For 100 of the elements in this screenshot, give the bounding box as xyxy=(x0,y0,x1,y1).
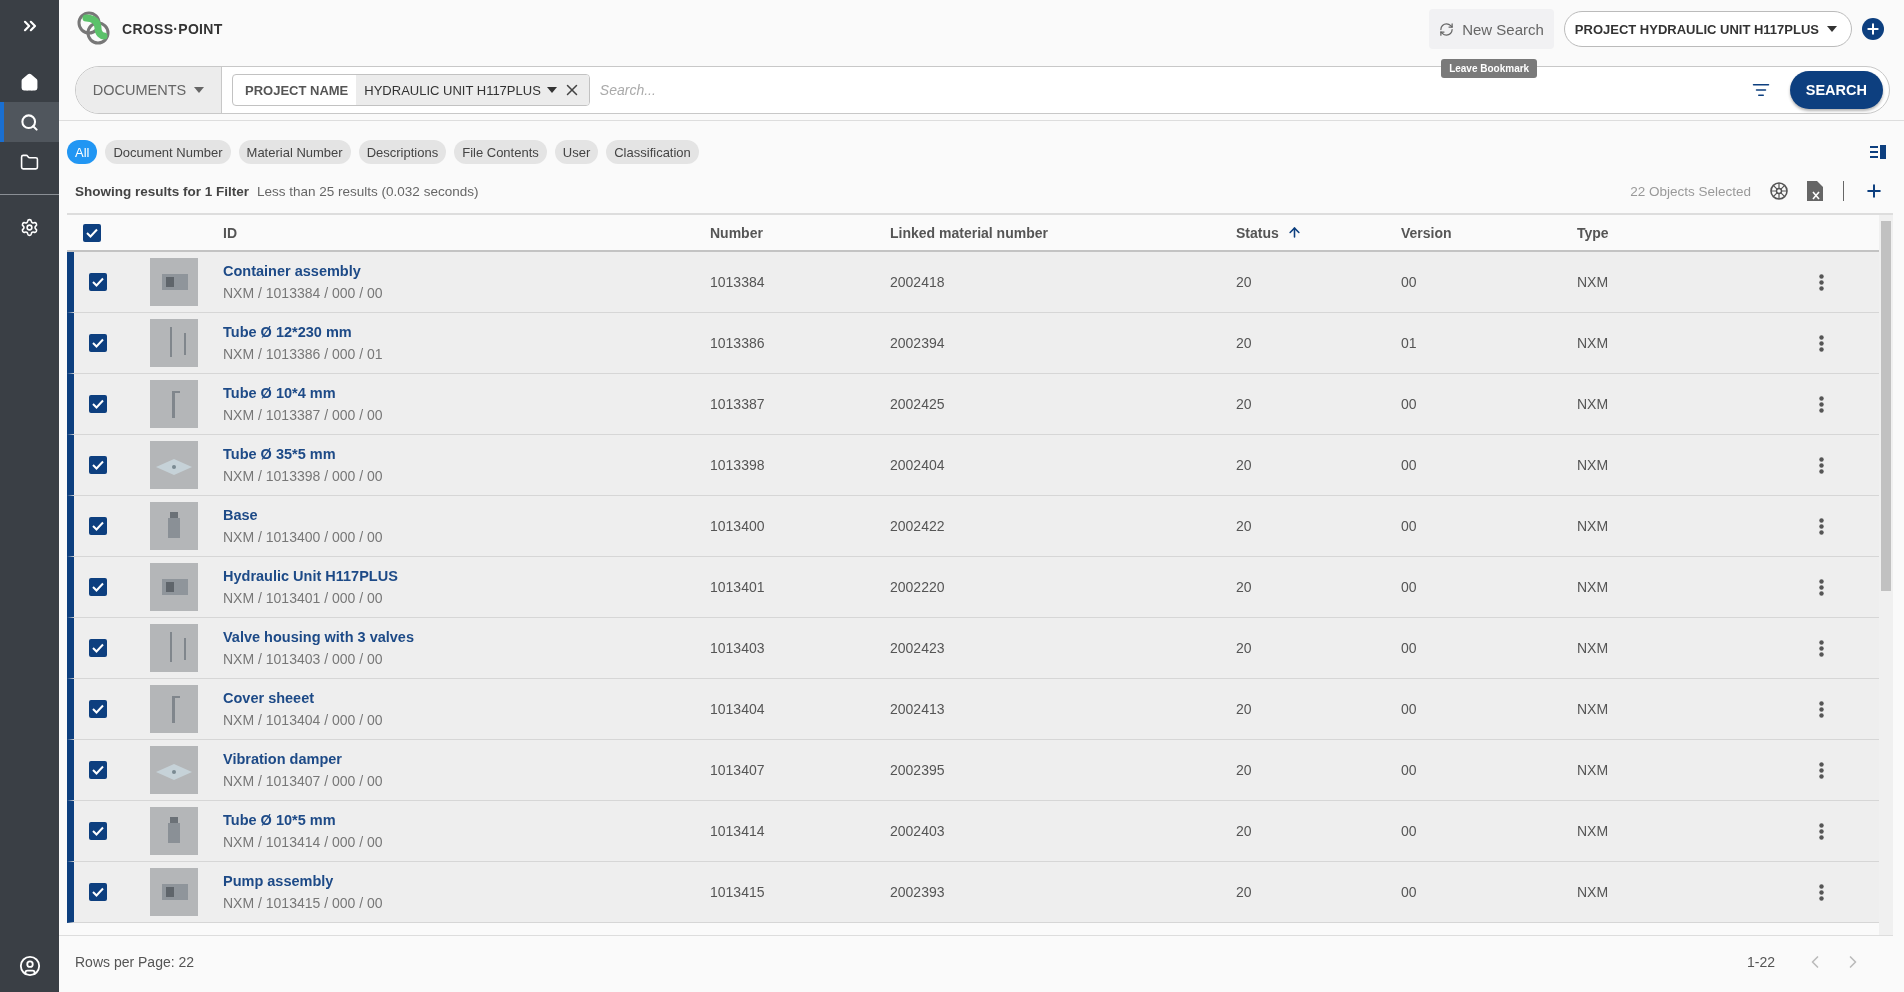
rows-per-page: Rows per Page: 22 xyxy=(75,953,195,970)
table-cell-text: 1013387 xyxy=(710,396,766,412)
row-checkbox[interactable] xyxy=(89,822,107,840)
column-header[interactable]: Linked material number xyxy=(890,224,1236,241)
table-row[interactable]: Tube Ø 35*5 mm NXM / 1013398 / 000 / 00 1013398 2002404 20 00 NXM xyxy=(67,435,1879,496)
item-title[interactable]: Valve housing with 3 valves xyxy=(223,629,710,645)
select-all-checkbox[interactable] xyxy=(83,223,101,242)
column-header[interactable]: Number xyxy=(710,224,890,241)
item-path: NXM / 1013403 / 000 / 00 xyxy=(223,651,384,667)
table-cell-text: 20 xyxy=(1236,274,1253,290)
table-row[interactable]: Tube Ø 12*230 mm NXM / 1013386 / 000 / 01 1013386 2002394 20 01 NXM xyxy=(67,313,1879,374)
filter-label: PROJECT NAME xyxy=(244,81,350,100)
table-cell-text: 2002404 xyxy=(890,457,946,473)
table-cell-text: 1013398 xyxy=(710,457,766,473)
row-checkbox[interactable] xyxy=(89,700,107,718)
search-button[interactable]: SEARCH xyxy=(1789,71,1883,109)
page-range: 1-22 xyxy=(1746,953,1775,970)
row-checkbox[interactable] xyxy=(89,761,107,779)
row-checkbox[interactable] xyxy=(89,639,107,657)
add-icon[interactable] xyxy=(1864,181,1884,201)
row-checkbox[interactable] xyxy=(89,395,107,413)
table-cell-text: 00 xyxy=(1401,884,1418,900)
table-row[interactable]: Tube Ø 10*4 mm NXM / 1013387 / 000 / 00 1013387 2002425 20 00 NXM xyxy=(67,374,1879,435)
item-title[interactable]: Cover sheeet xyxy=(223,690,710,706)
settings-icon xyxy=(20,217,39,237)
table-row[interactable]: Cover sheeet NXM / 1013404 / 000 / 00 1013404 2002413 20 00 NXM xyxy=(67,679,1879,740)
sidebar-item[interactable] xyxy=(0,102,59,142)
table-cell-text: NXM xyxy=(1577,335,1610,351)
more-icon xyxy=(1819,761,1824,779)
table-row[interactable]: Vibration damper NXM / 1013407 / 000 / 00 1013407 2002395 20 00 NXM xyxy=(67,740,1879,801)
selected-count: 22 Objects Selected xyxy=(1630,183,1751,199)
table-cell-text: 2002422 xyxy=(890,518,946,534)
table-cell-text: 1013407 xyxy=(710,762,766,778)
column-header[interactable]: Version xyxy=(1401,224,1577,241)
table-cell-text: NXM xyxy=(1577,762,1610,778)
table-row[interactable]: Base NXM / 1013400 / 000 / 00 1013400 2002422 20 00 NXM xyxy=(67,496,1879,557)
more-icon xyxy=(1819,639,1824,657)
tooltip: Leave Bookmark xyxy=(1441,59,1538,78)
item-path: NXM / 1013387 / 000 / 00 xyxy=(223,407,384,423)
row-checkbox[interactable] xyxy=(89,517,107,535)
filter-tab[interactable]: Descriptions xyxy=(358,140,447,164)
results-summary: Less than 25 results (0.032 seconds) xyxy=(257,183,479,199)
table-cell-text: 1013400 xyxy=(710,518,766,534)
add-button[interactable] xyxy=(1862,18,1884,40)
project-dropdown[interactable]: PROJECT HYDRAULIC UNIT H117PLUS xyxy=(1563,11,1852,47)
plus-icon xyxy=(1865,21,1881,37)
item-title[interactable]: Tube Ø 35*5 mm xyxy=(223,446,710,462)
table-cell-text: 00 xyxy=(1401,518,1418,534)
item-title[interactable]: Vibration damper xyxy=(223,751,710,767)
item-title[interactable]: Tube Ø 12*230 mm xyxy=(223,324,710,340)
column-header[interactable]: Type xyxy=(1577,224,1819,241)
scope-dropdown[interactable]: DOCUMENTS xyxy=(76,67,222,113)
table-cell-text: 1013415 xyxy=(710,884,766,900)
table-cell-text: 1013404 xyxy=(710,701,766,717)
excel-export-icon[interactable] xyxy=(1807,181,1823,201)
row-checkbox[interactable] xyxy=(89,273,107,291)
filter-icon[interactable] xyxy=(1751,81,1770,99)
table-cell-text: 20 xyxy=(1236,396,1253,412)
row-checkbox[interactable] xyxy=(89,334,107,352)
filter-tab[interactable]: Material Number xyxy=(238,140,351,164)
more-icon xyxy=(1819,578,1824,596)
filter-tab[interactable]: Classification xyxy=(606,140,699,164)
scrollbar[interactable] xyxy=(1879,215,1893,935)
table-cell-text: 1013386 xyxy=(710,335,766,351)
item-title[interactable]: Pump assembly xyxy=(223,873,710,889)
table-cell-text: 01 xyxy=(1401,335,1418,351)
filter-tab[interactable]: User xyxy=(554,140,599,164)
table-cell-text: 2002393 xyxy=(890,884,946,900)
table-row[interactable]: Hydraulic Unit H117PLUS NXM / 1013401 / 000 / 00 1013401 2002220 20 00 NXM xyxy=(67,557,1879,618)
filter-tab[interactable]: File Contents xyxy=(454,140,547,164)
item-path: NXM / 1013400 / 000 / 00 xyxy=(223,529,384,545)
item-title[interactable]: Hydraulic Unit H117PLUS xyxy=(223,568,710,584)
item-title[interactable]: Tube Ø 10*4 mm xyxy=(223,385,710,401)
item-title[interactable]: Tube Ø 10*5 mm xyxy=(223,812,710,828)
filter-tab[interactable]: Document Number xyxy=(105,140,231,164)
table-row[interactable]: Container assembly NXM / 1013384 / 000 / 00 1013384 2002418 20 00 NXM xyxy=(67,252,1879,313)
table-cell-text: NXM xyxy=(1577,640,1610,656)
table-cell-text: 20 xyxy=(1236,762,1253,778)
row-checkbox[interactable] xyxy=(89,456,107,474)
row-checkbox[interactable] xyxy=(89,883,107,901)
row-checkbox[interactable] xyxy=(89,578,107,596)
more-icon xyxy=(1819,822,1824,840)
caret-icon xyxy=(1827,26,1837,32)
item-path: NXM / 1013386 / 000 / 01 xyxy=(223,346,384,362)
search-field[interactable]: Search... xyxy=(589,82,1752,98)
table-cell-text: 20 xyxy=(1236,640,1253,656)
table-cell-text: 2002394 xyxy=(890,335,946,351)
column-view-icon[interactable] xyxy=(1870,145,1886,159)
table-cell-text: NXM xyxy=(1577,396,1610,412)
table-cell-text: 1013401 xyxy=(710,579,766,595)
table-row[interactable]: Tube Ø 10*5 mm NXM / 1013414 / 000 / 00 1013414 2002403 20 00 NXM xyxy=(67,801,1879,862)
wheel-icon[interactable] xyxy=(1769,181,1789,201)
item-title[interactable]: Container assembly xyxy=(223,263,710,279)
table-row[interactable]: Pump assembly NXM / 1013415 / 000 / 00 1013415 2002393 20 00 NXM xyxy=(67,862,1879,923)
column-header[interactable]: ID xyxy=(223,224,710,241)
column-header[interactable]: Status xyxy=(1236,224,1401,241)
item-path: NXM / 1013398 / 000 / 00 xyxy=(223,468,384,484)
table-row[interactable]: Valve housing with 3 valves NXM / 1013403 / 000 / 00 1013403 2002423 20 00 NXM xyxy=(67,618,1879,679)
results-title: Showing results for 1 Filter xyxy=(75,183,250,199)
item-title[interactable]: Base xyxy=(223,507,710,523)
